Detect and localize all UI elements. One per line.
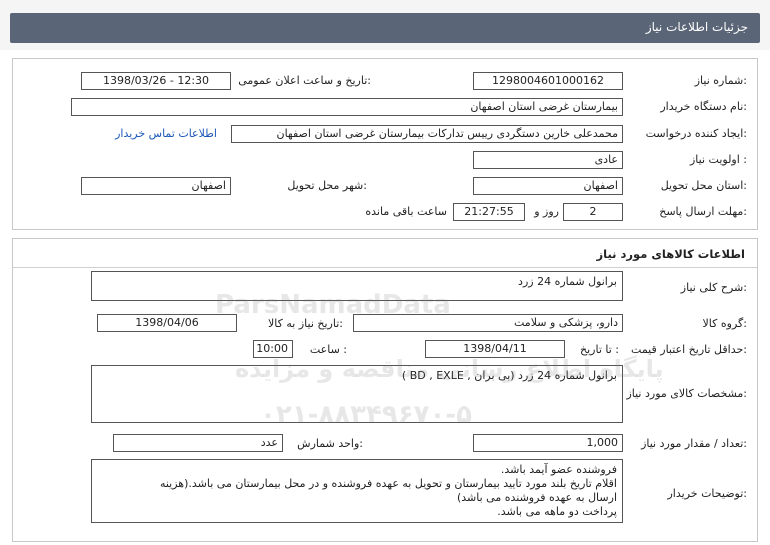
unit-field[interactable]: عدد (113, 434, 283, 452)
unit-label: واحد شمارش: (297, 437, 363, 450)
validity-label: حداقل تاریخ اعتبار قیمت: (631, 343, 747, 356)
goods-section-title: اطلاعات کالاهای مورد نیاز (596, 247, 745, 261)
summary-label: شرح کلی نیاز: (680, 281, 747, 294)
need-date-field[interactable]: 1398/04/06 (97, 314, 237, 332)
province-field[interactable]: اصفهان (473, 177, 623, 195)
need-number-field[interactable]: 1298004601000162 (473, 72, 623, 90)
deadline-time-field[interactable]: 21:27:55 (453, 203, 525, 221)
summary-field[interactable]: برانول شماره 24 زرد (91, 271, 623, 301)
notes-field[interactable]: فروشنده عضو آیمد باشد. اقلام تاریخ بلند … (91, 459, 623, 523)
goods-info-panel: اطلاعات کالاهای مورد نیاز شرح کلی نیاز: … (12, 238, 758, 542)
province-label: استان محل تحویل: (660, 179, 747, 192)
notes-line: پرداخت دو ماهه می باشد. (497, 505, 617, 518)
page-header: جزئیات اطلاعات نیاز (0, 0, 770, 50)
qty-field[interactable]: 1,000 (473, 434, 623, 452)
creator-label: ایجاد کننده درخواست: (645, 127, 747, 140)
deadline-days-field[interactable]: 2 (563, 203, 623, 221)
section-divider (13, 267, 757, 268)
group-label: گروه کالا: (702, 317, 747, 330)
buyer-field[interactable]: بیمارستان غرضی استان اصفهان (71, 98, 623, 116)
specs-label: مشخصات کالای مورد نیاز: (626, 387, 747, 400)
priority-field[interactable]: عادی (473, 151, 623, 169)
page-title: جزئیات اطلاعات نیاز (645, 20, 748, 34)
notes-line: ارسال به عهده فروشنده می باشد) (456, 491, 617, 504)
deadline-label: مهلت ارسال پاسخ: (659, 205, 747, 218)
hour-field[interactable]: 10:00 (253, 340, 293, 358)
hour-label: ساعت : (309, 343, 347, 356)
days-label: روز و (534, 205, 559, 218)
specs-field[interactable]: برانول شماره 24 زرد (بی بران , BD , EXLE… (91, 365, 623, 423)
announce-label: تاریخ و ساعت اعلان عمومی: (238, 74, 371, 87)
notes-label: توضیحات خریدار: (667, 487, 748, 500)
announce-field[interactable]: 1398/03/26 - 12:30 (81, 72, 231, 90)
city-field[interactable]: اصفهان (81, 177, 231, 195)
until-date-field[interactable]: 1398/04/11 (425, 340, 565, 358)
buyer-label: نام دستگاه خریدار: (660, 100, 747, 113)
need-info-panel: شماره نیاز: 1298004601000162 تاریخ و ساع… (12, 58, 758, 230)
need-date-label: تاریخ نیاز به کالا: (268, 317, 343, 330)
priority-label: اولویت نیاز : (689, 153, 747, 166)
qty-label: تعداد / مقدار مورد نیاز: (641, 437, 747, 450)
header-bar: جزئیات اطلاعات نیاز (10, 13, 760, 43)
need-number-label: شماره نیاز: (694, 74, 747, 87)
city-label: شهر محل تحویل: (287, 179, 367, 192)
creator-field[interactable]: محمدعلی خارین دستگردی رییس تدارکات بیمار… (231, 125, 623, 143)
contact-buyer-link[interactable]: اطلاعات تماس خریدار (115, 127, 217, 140)
group-field[interactable]: دارو، پزشکی و سلامت (353, 314, 623, 332)
notes-line: فروشنده عضو آیمد باشد. (500, 463, 617, 476)
remaining-label: ساعت باقی مانده (365, 205, 447, 218)
until-date-label: تا تاریخ : (580, 343, 619, 356)
notes-line: اقلام تاریخ بلند مورد تایید بیمارستان و … (159, 477, 617, 490)
